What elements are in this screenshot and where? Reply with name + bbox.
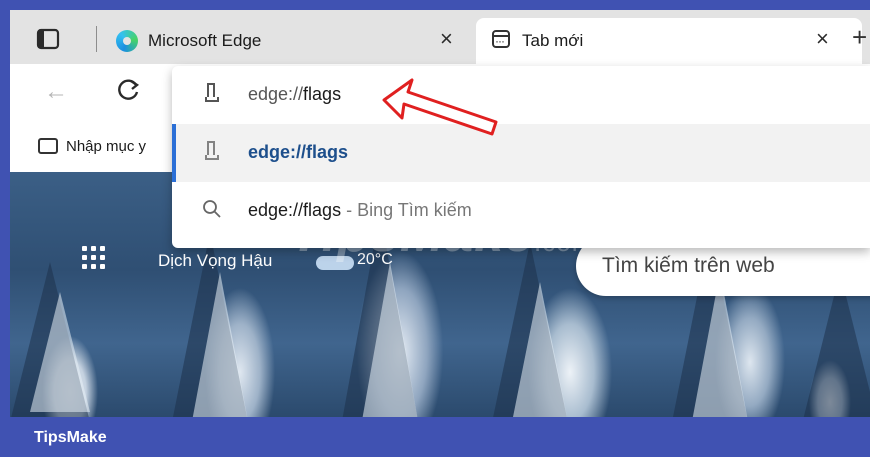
import-favorites-icon xyxy=(38,138,58,154)
suggestion-label: edge://flags - Bing Tìm kiếm xyxy=(248,200,472,220)
annotation-arrow-icon xyxy=(382,78,498,136)
new-tab-button[interactable]: + xyxy=(852,24,867,50)
suggestion-label: edge://flags xyxy=(248,142,349,162)
snow-shape xyxy=(190,272,250,417)
apps-grid-icon[interactable] xyxy=(82,246,106,270)
snow-shape xyxy=(30,292,90,412)
tab-close-button[interactable]: × xyxy=(816,28,829,50)
omnibox-dropdown: edge://flags edge://flags edge://flags -… xyxy=(172,66,870,248)
new-tab-page-icon xyxy=(492,30,510,48)
address-input-text[interactable]: edge://flags xyxy=(248,84,341,105)
tab-title: Microsoft Edge xyxy=(148,31,262,50)
tab-strip: Microsoft Edge × Tab mới × + xyxy=(10,10,870,64)
snow-shape xyxy=(510,282,570,417)
flask-icon xyxy=(204,141,219,161)
search-placeholder: Tìm kiếm trên web xyxy=(602,254,775,277)
flask-icon xyxy=(204,83,219,103)
tab-new-tab[interactable]: Tab mới × xyxy=(476,18,862,64)
tab-close-button[interactable]: × xyxy=(440,28,453,50)
snow-shape xyxy=(360,262,420,417)
footer-brand: TipsMake xyxy=(34,429,107,446)
search-icon xyxy=(203,200,221,218)
suggestion-bing-search[interactable]: edge://flags - Bing Tìm kiếm xyxy=(172,182,870,240)
tab-microsoft-edge[interactable]: Microsoft Edge × xyxy=(106,18,470,64)
tab-title: Tab mới xyxy=(522,31,584,50)
tab-actions-icon[interactable] xyxy=(34,28,62,50)
edge-logo-icon xyxy=(116,30,138,52)
refresh-icon[interactable] xyxy=(114,76,142,104)
suggestion-flags[interactable]: edge://flags xyxy=(172,124,870,182)
weather-location[interactable]: Dịch Vọng Hậu xyxy=(158,251,272,271)
back-button[interactable]: ← xyxy=(44,78,68,106)
import-favorites-link[interactable]: Nhập mục y xyxy=(66,138,146,155)
omnibox-input-row[interactable]: edge://flags xyxy=(172,66,870,124)
tab-divider xyxy=(96,26,97,52)
footer-bar: TipsMake xyxy=(0,417,870,457)
